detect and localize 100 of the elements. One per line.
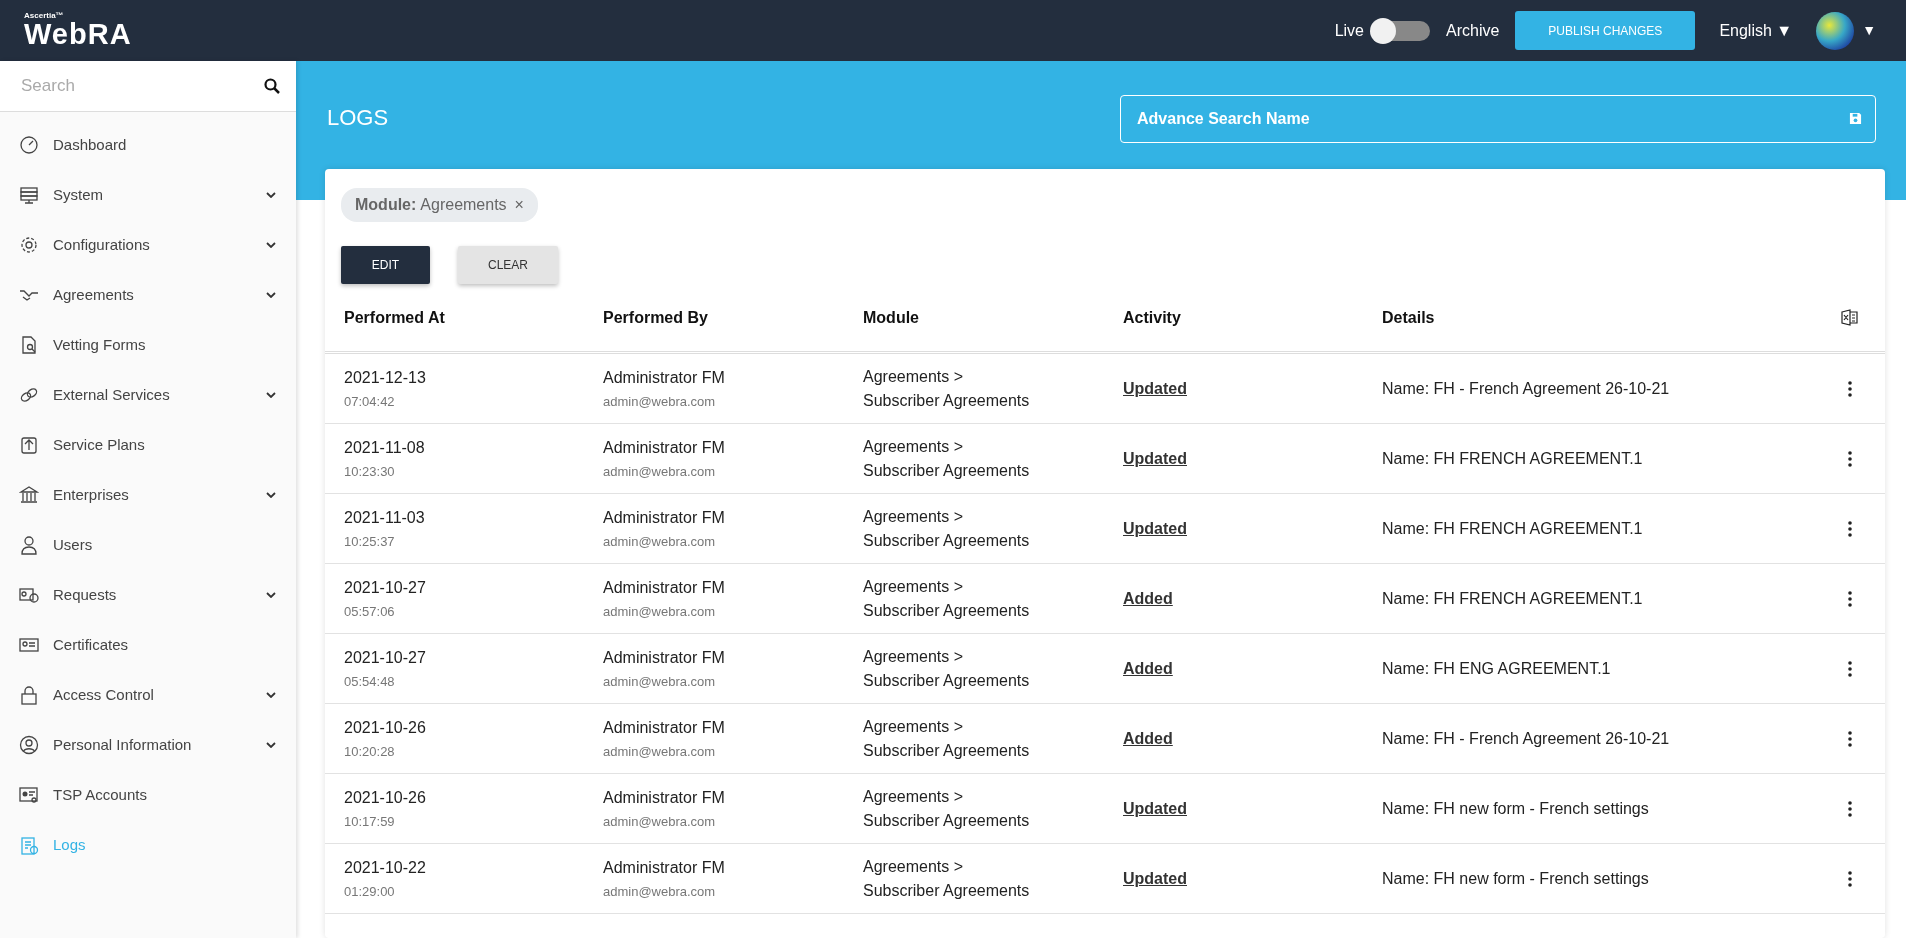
activity-link[interactable]: Updated <box>1123 449 1187 467</box>
sidebar-item[interactable]: Certificates <box>0 620 296 670</box>
time-text: 01:29:00 <box>344 882 396 901</box>
sidebar-item[interactable]: Requests <box>0 570 296 620</box>
time-text: 07:04:42 <box>344 392 396 411</box>
submodule-text: Subscriber Agreements <box>863 740 1031 761</box>
details-text: Name: FH - French Agreement 26-10-21 <box>1382 378 1671 399</box>
more-options-icon[interactable] <box>1848 520 1852 537</box>
date-text: 2021-10-26 <box>344 717 427 738</box>
user-email: admin@webra.com <box>603 812 717 831</box>
sidebar-item[interactable]: Agreements <box>0 270 296 320</box>
activity-link[interactable]: Updated <box>1123 869 1187 887</box>
column-header: Performed By <box>603 307 709 328</box>
save-icon <box>1849 111 1862 125</box>
activity-link[interactable]: Updated <box>1123 799 1187 817</box>
module-text: Agreements > <box>863 856 965 877</box>
module-text: Agreements > <box>863 716 965 737</box>
user-name: Administrator FM <box>603 717 726 738</box>
time-text: 05:54:48 <box>344 672 396 691</box>
user-name: Administrator FM <box>603 437 726 458</box>
module-text: Agreements > <box>863 366 965 387</box>
advance-search-field[interactable]: Advance Search Name <box>1120 94 1876 143</box>
caret-icon[interactable]: ▼ <box>1862 20 1876 41</box>
sidebar-item[interactable]: Service Plans <box>0 420 296 470</box>
submodule-text: Subscriber Agreements <box>863 600 1031 621</box>
edit-button[interactable]: EDIT <box>341 246 430 284</box>
more-options-icon[interactable] <box>1848 380 1852 397</box>
module-text: Agreements > <box>863 576 965 597</box>
date-text: 2021-10-22 <box>344 857 427 878</box>
toggle-switch[interactable] <box>1372 20 1430 41</box>
more-options-icon[interactable] <box>1848 590 1852 607</box>
activity-link[interactable]: Added <box>1123 729 1173 747</box>
sidebar-item[interactable]: Access Control <box>0 670 296 720</box>
time-text: 10:25:37 <box>344 532 396 551</box>
sidebar-item[interactable]: Vetting Forms <box>0 320 296 370</box>
bank-icon <box>19 485 39 505</box>
id-card-clock-icon <box>19 585 39 605</box>
time-text: 10:20:28 <box>344 742 396 761</box>
sidebar-item[interactable]: Enterprises <box>0 470 296 520</box>
user-email: admin@webra.com <box>603 602 717 621</box>
date-text: 2021-10-26 <box>344 787 427 808</box>
avatar-image[interactable] <box>1816 11 1855 50</box>
more-options-icon[interactable] <box>1848 800 1852 817</box>
submodule-text: Subscriber Agreements <box>863 530 1031 551</box>
filter-value: Agreements <box>420 195 507 215</box>
user-circle-icon <box>19 735 39 755</box>
user-name: Administrator FM <box>603 787 726 808</box>
details-text: Name: FH ENG AGREEMENT.1 <box>1382 658 1612 679</box>
column-header: Details <box>1382 307 1436 328</box>
padlock-icon <box>19 685 39 705</box>
activity-link[interactable]: Updated <box>1123 379 1187 397</box>
search-field[interactable]: Search <box>19 72 239 100</box>
search-bar[interactable]: Search <box>0 61 296 112</box>
submodule-text: Subscriber Agreements <box>863 810 1031 831</box>
clear-button[interactable]: CLEAR <box>458 246 558 284</box>
submodule-text: Subscriber Agreements <box>863 880 1031 901</box>
gauge-icon <box>19 135 39 155</box>
activity-link[interactable]: Updated <box>1123 519 1187 537</box>
submodule-text: Subscriber Agreements <box>863 670 1031 691</box>
date-text: 2021-10-27 <box>344 577 427 598</box>
brand-logo: WebRA <box>24 20 132 49</box>
date-text: 2021-11-03 <box>344 507 426 528</box>
more-options-icon[interactable] <box>1848 660 1852 677</box>
time-text: 10:17:59 <box>344 812 396 831</box>
user-email: admin@webra.com <box>603 462 717 481</box>
sidebar-item[interactable]: External Services <box>0 370 296 420</box>
sidebar-item[interactable]: Dashboard <box>0 120 296 170</box>
upload-box-icon <box>19 435 39 455</box>
server-icon <box>19 185 39 205</box>
details-text: Name: FH - French Agreement 26-10-21 <box>1382 728 1671 749</box>
date-text: 2021-10-27 <box>344 647 427 668</box>
id-card-search-icon <box>19 785 39 805</box>
activity-link[interactable]: Added <box>1123 659 1173 677</box>
brand-caption: Ascertia™ <box>24 12 65 20</box>
time-text: 05:57:06 <box>344 602 396 621</box>
user-name: Administrator FM <box>603 647 726 668</box>
date-text: 2021-12-13 <box>344 367 427 388</box>
details-text: Name: FH new form - French settings <box>1382 798 1650 819</box>
more-options-icon[interactable] <box>1848 450 1852 467</box>
user-email: admin@webra.com <box>603 742 717 761</box>
document-search-icon <box>19 335 39 355</box>
sidebar-item[interactable]: Personal Information <box>0 720 296 770</box>
search-icon <box>264 78 280 94</box>
remove-filter-button[interactable]: × <box>514 193 524 217</box>
column-header: Activity <box>1123 307 1182 328</box>
submodule-text: Subscriber Agreements <box>863 390 1031 411</box>
module-text: Agreements > <box>863 786 965 807</box>
excel-export-icon <box>1841 309 1859 326</box>
sidebar-item[interactable]: Configurations <box>0 220 296 270</box>
module-text: Agreements > <box>863 436 965 457</box>
language-dropdown[interactable]: English ▼ <box>1719 18 1793 43</box>
more-options-icon[interactable] <box>1848 730 1852 747</box>
person-icon <box>19 535 39 555</box>
sidebar-item[interactable]: Users <box>0 520 296 570</box>
more-options-icon[interactable] <box>1848 870 1852 887</box>
sidebar-item[interactable]: System <box>0 170 296 220</box>
submodule-text: Subscriber Agreements <box>863 460 1031 481</box>
date-text: 2021-11-08 <box>344 437 426 458</box>
activity-link[interactable]: Added <box>1123 589 1173 607</box>
sidebar-item[interactable]: TSP Accounts <box>0 770 296 820</box>
